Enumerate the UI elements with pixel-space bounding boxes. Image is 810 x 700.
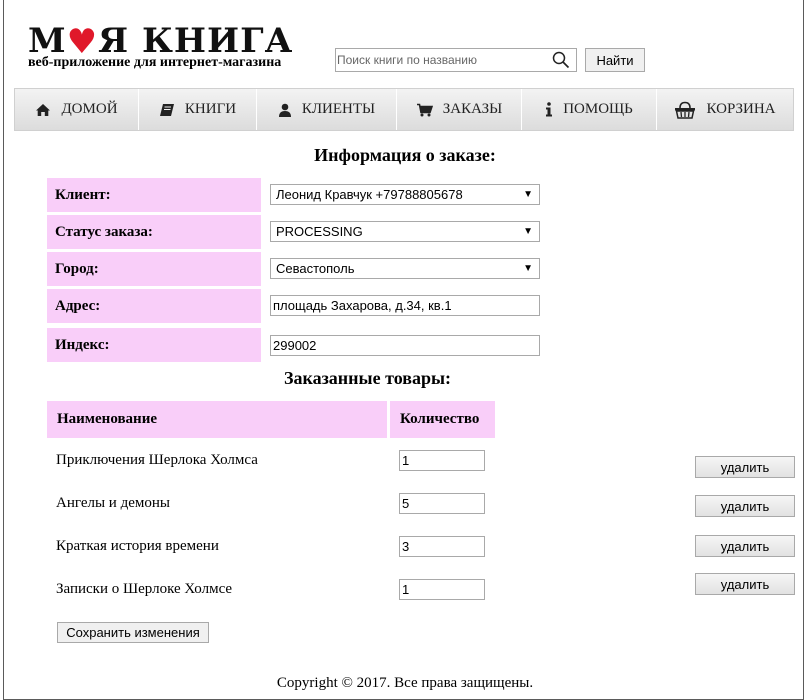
home-icon (36, 103, 51, 116)
footer-copyright: Copyright © 2017. Все права защищены. (276, 675, 534, 691)
item-name: Ангелы и демоны (56, 495, 170, 511)
nav-label-books: КНИГИ (184, 101, 237, 117)
nav-item-clients[interactable]: КЛИЕНТЫ (257, 89, 397, 130)
qty-input[interactable] (399, 536, 485, 557)
dropdown-arrow-icon: ▼ (523, 263, 533, 274)
status-label: Статус заказа: (47, 215, 261, 249)
delete-button[interactable]: удалить (695, 456, 795, 478)
nav-item-orders[interactable]: ЗАКАЗЫ (397, 89, 522, 130)
ordered-items-heading: Заказанные товары: (283, 368, 452, 388)
city-label: Город: (47, 252, 261, 286)
index-input[interactable] (270, 335, 540, 356)
nav-item-home[interactable]: ДОМОЙ (15, 89, 139, 130)
qty-input[interactable] (399, 493, 485, 514)
logo[interactable]: М♥Я КНИГА веб-приложение для интернет-ма… (28, 22, 318, 70)
book-icon (159, 103, 174, 116)
item-name: Приключения Шерлока Холмса (56, 452, 258, 468)
index-label: Индекс: (47, 328, 261, 362)
col-header-qty: Количество (390, 401, 495, 438)
city-select-value: Севастополь (276, 261, 355, 276)
cart-icon (416, 103, 433, 116)
nav-item-basket[interactable]: КОРЗИНА (657, 89, 793, 130)
qty-input[interactable] (399, 450, 485, 471)
city-select[interactable]: Севастополь ▼ (270, 258, 540, 279)
basket-icon (675, 101, 696, 119)
item-name: Краткая история времени (56, 538, 219, 554)
nav-item-help[interactable]: ПОМОЩЬ (522, 89, 657, 130)
info-icon (546, 102, 553, 117)
order-info-heading: Информация о заказе: (314, 145, 496, 165)
item-name: Записки о Шерлоке Холмсе (56, 581, 233, 597)
client-select-value: Леонид Кравчук +79788805678 (276, 187, 463, 202)
user-icon (278, 103, 291, 117)
delete-button[interactable]: удалить (695, 573, 795, 595)
save-changes-button[interactable]: Сохранить изменения (57, 622, 209, 643)
nav-label-help: ПОМОЩЬ (563, 101, 633, 117)
delete-button[interactable]: удалить (695, 535, 795, 557)
nav-item-books[interactable]: КНИГИ (139, 89, 257, 130)
address-input[interactable] (270, 295, 540, 316)
heart-icon: ♥ (66, 22, 99, 62)
col-header-name: Наименование (47, 401, 387, 438)
find-button[interactable]: Найти (585, 48, 645, 72)
search-box (335, 48, 577, 72)
delete-button[interactable]: удалить (695, 495, 795, 517)
dropdown-arrow-icon: ▼ (523, 226, 533, 237)
nav-label-clients: КЛИЕНТЫ (301, 101, 376, 117)
search-icon[interactable] (552, 51, 570, 74)
qty-input[interactable] (399, 579, 485, 600)
client-select[interactable]: Леонид Кравчук +79788805678 ▼ (270, 184, 540, 205)
main-nav: ДОМОЙ КНИГИ КЛИЕНТЫ ЗАКАЗЫ ПОМОЩЬ КОРЗИН… (14, 88, 794, 131)
address-label: Адрес: (47, 289, 261, 323)
nav-label-basket: КОРЗИНА (706, 101, 776, 117)
search-input[interactable] (337, 50, 542, 70)
nav-label-home: ДОМОЙ (61, 101, 118, 117)
dropdown-arrow-icon: ▼ (523, 189, 533, 200)
nav-label-orders: ЗАКАЗЫ (442, 101, 503, 117)
status-select-value: PROCESSING (276, 224, 363, 239)
status-select[interactable]: PROCESSING ▼ (270, 221, 540, 242)
client-label: Клиент: (47, 178, 261, 212)
